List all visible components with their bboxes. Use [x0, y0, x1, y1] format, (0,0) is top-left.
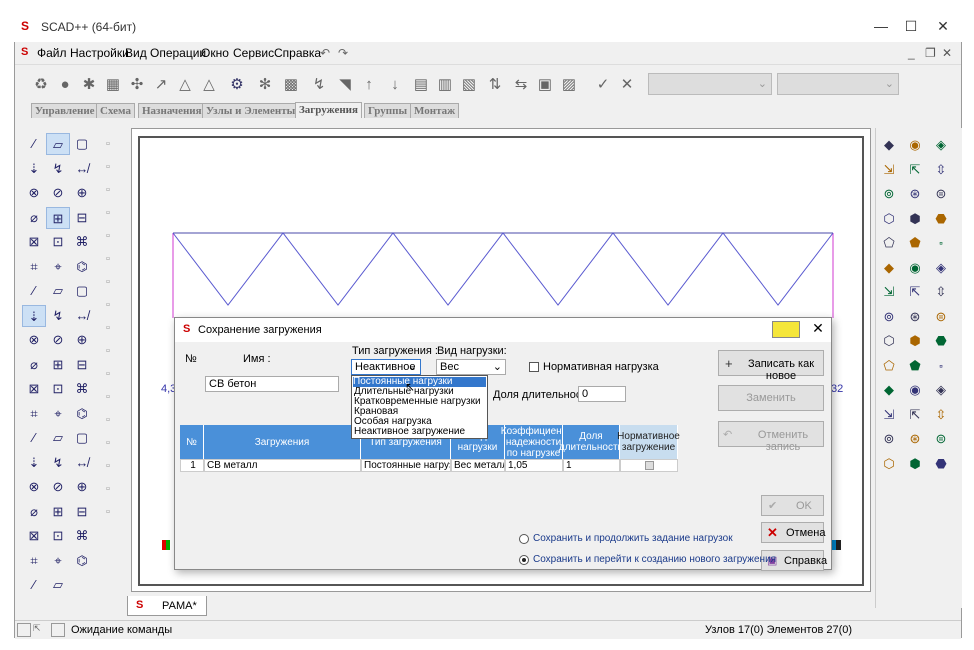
radio-new-load[interactable]	[519, 555, 529, 565]
cross-icon: ✕	[767, 525, 778, 540]
grid-header-no: №	[180, 425, 204, 459]
ok-label: OK	[796, 500, 812, 512]
replace-button[interactable]: Заменить	[718, 385, 824, 411]
help-label: Справка	[784, 555, 828, 567]
grid-header-normative: Нормативное загружение	[617, 425, 680, 459]
save-as-new-label: Записать как новое	[747, 358, 815, 382]
cancel-button[interactable]: ✕ Отмена	[761, 522, 826, 543]
radio-continue-label[interactable]: Сохранить и продолжить задание нагрузок	[533, 533, 733, 544]
load-type-select[interactable]: Неактивное ⌄	[351, 359, 421, 375]
table-cell-normative[interactable]	[620, 459, 678, 472]
undo-icon: ↶	[723, 429, 733, 441]
normative-label: Нормативная нагрузка	[543, 361, 659, 373]
document-tab[interactable]: S РАМА*	[127, 596, 207, 616]
duration-input[interactable]: 0	[578, 386, 626, 402]
doc-tab-label: РАМА*	[162, 600, 197, 612]
check-icon: ✔	[768, 500, 778, 512]
cancel-record-label: Отменить запись	[757, 429, 809, 453]
dialog-close-button[interactable]: ✕	[807, 320, 829, 340]
table-cell-share[interactable]: 1	[563, 459, 620, 472]
table-cell-kind[interactable]: Вес металла	[451, 459, 505, 472]
ok-button[interactable]: ✔ OK	[761, 495, 824, 516]
grid-header-name: Загружения	[204, 425, 361, 459]
mouse-cursor-icon: ↖	[405, 380, 416, 394]
status-icon: ⇱	[33, 623, 41, 633]
cancel-label: Отмена	[786, 527, 826, 539]
plus-icon: +	[725, 356, 733, 371]
color-bar-right	[831, 540, 841, 550]
status-text: Ожидание команды	[71, 624, 173, 636]
load-kind-label: Вид нагрузки:	[437, 345, 507, 357]
load-kind-select[interactable]: Вес металла ⌄	[436, 359, 506, 375]
load-type-label: Тип загружения :	[352, 345, 438, 357]
table-cell-name[interactable]: СВ металл	[204, 459, 361, 472]
grid-header-coef: Коэффициент надежности по нагрузке	[500, 425, 567, 459]
dialog-title-bar: S Сохранение загружения ✕	[175, 318, 831, 342]
save-as-new-button[interactable]: + Записать как новое	[718, 350, 824, 382]
cancel-record-button[interactable]: ↶ Отменить запись	[718, 421, 824, 453]
no-label: №	[185, 353, 197, 365]
load-type-dropdown[interactable]: Постоянные нагрузки Длительные нагрузки …	[351, 375, 488, 439]
status-icon	[17, 623, 31, 637]
load-kind-value: Вес металла	[440, 361, 459, 373]
table-cell-coef[interactable]: 1,05	[505, 459, 563, 472]
table-cell-type[interactable]: Постоянные нагрузки	[361, 459, 451, 472]
doc-tab-icon: S	[136, 599, 144, 611]
name-input[interactable]: СВ бетон	[205, 376, 339, 392]
dialog-logo-icon: S	[183, 323, 191, 335]
canvas-right-label: 32	[831, 383, 844, 395]
name-label: Имя :	[243, 353, 271, 365]
status-bar: ⇱ Ожидание команды Узлов 17(0) Элементов…	[15, 620, 961, 639]
status-counts: Узлов 17(0) Элементов 27(0)	[705, 624, 853, 636]
radio-new-load-label[interactable]: Сохранить и перейти к созданию нового за…	[533, 554, 776, 565]
chevron-down-icon: ⌄	[492, 360, 502, 374]
grid-checkbox[interactable]	[645, 461, 654, 470]
grid-header-share: Доля длительности	[559, 425, 623, 459]
radio-continue[interactable]	[519, 534, 529, 544]
normative-checkbox[interactable]	[529, 362, 539, 372]
chevron-down-icon: ⌄	[407, 361, 417, 373]
dropdown-option[interactable]: Неактивное загружение	[354, 427, 465, 437]
dialog-title: Сохранение загружения	[198, 324, 322, 336]
table-cell-no[interactable]: 1	[180, 459, 204, 472]
color-bar	[162, 540, 170, 550]
load-type-value: Неактивное	[355, 361, 416, 373]
ruler-icon[interactable]	[772, 321, 800, 338]
status-icon	[51, 623, 65, 637]
